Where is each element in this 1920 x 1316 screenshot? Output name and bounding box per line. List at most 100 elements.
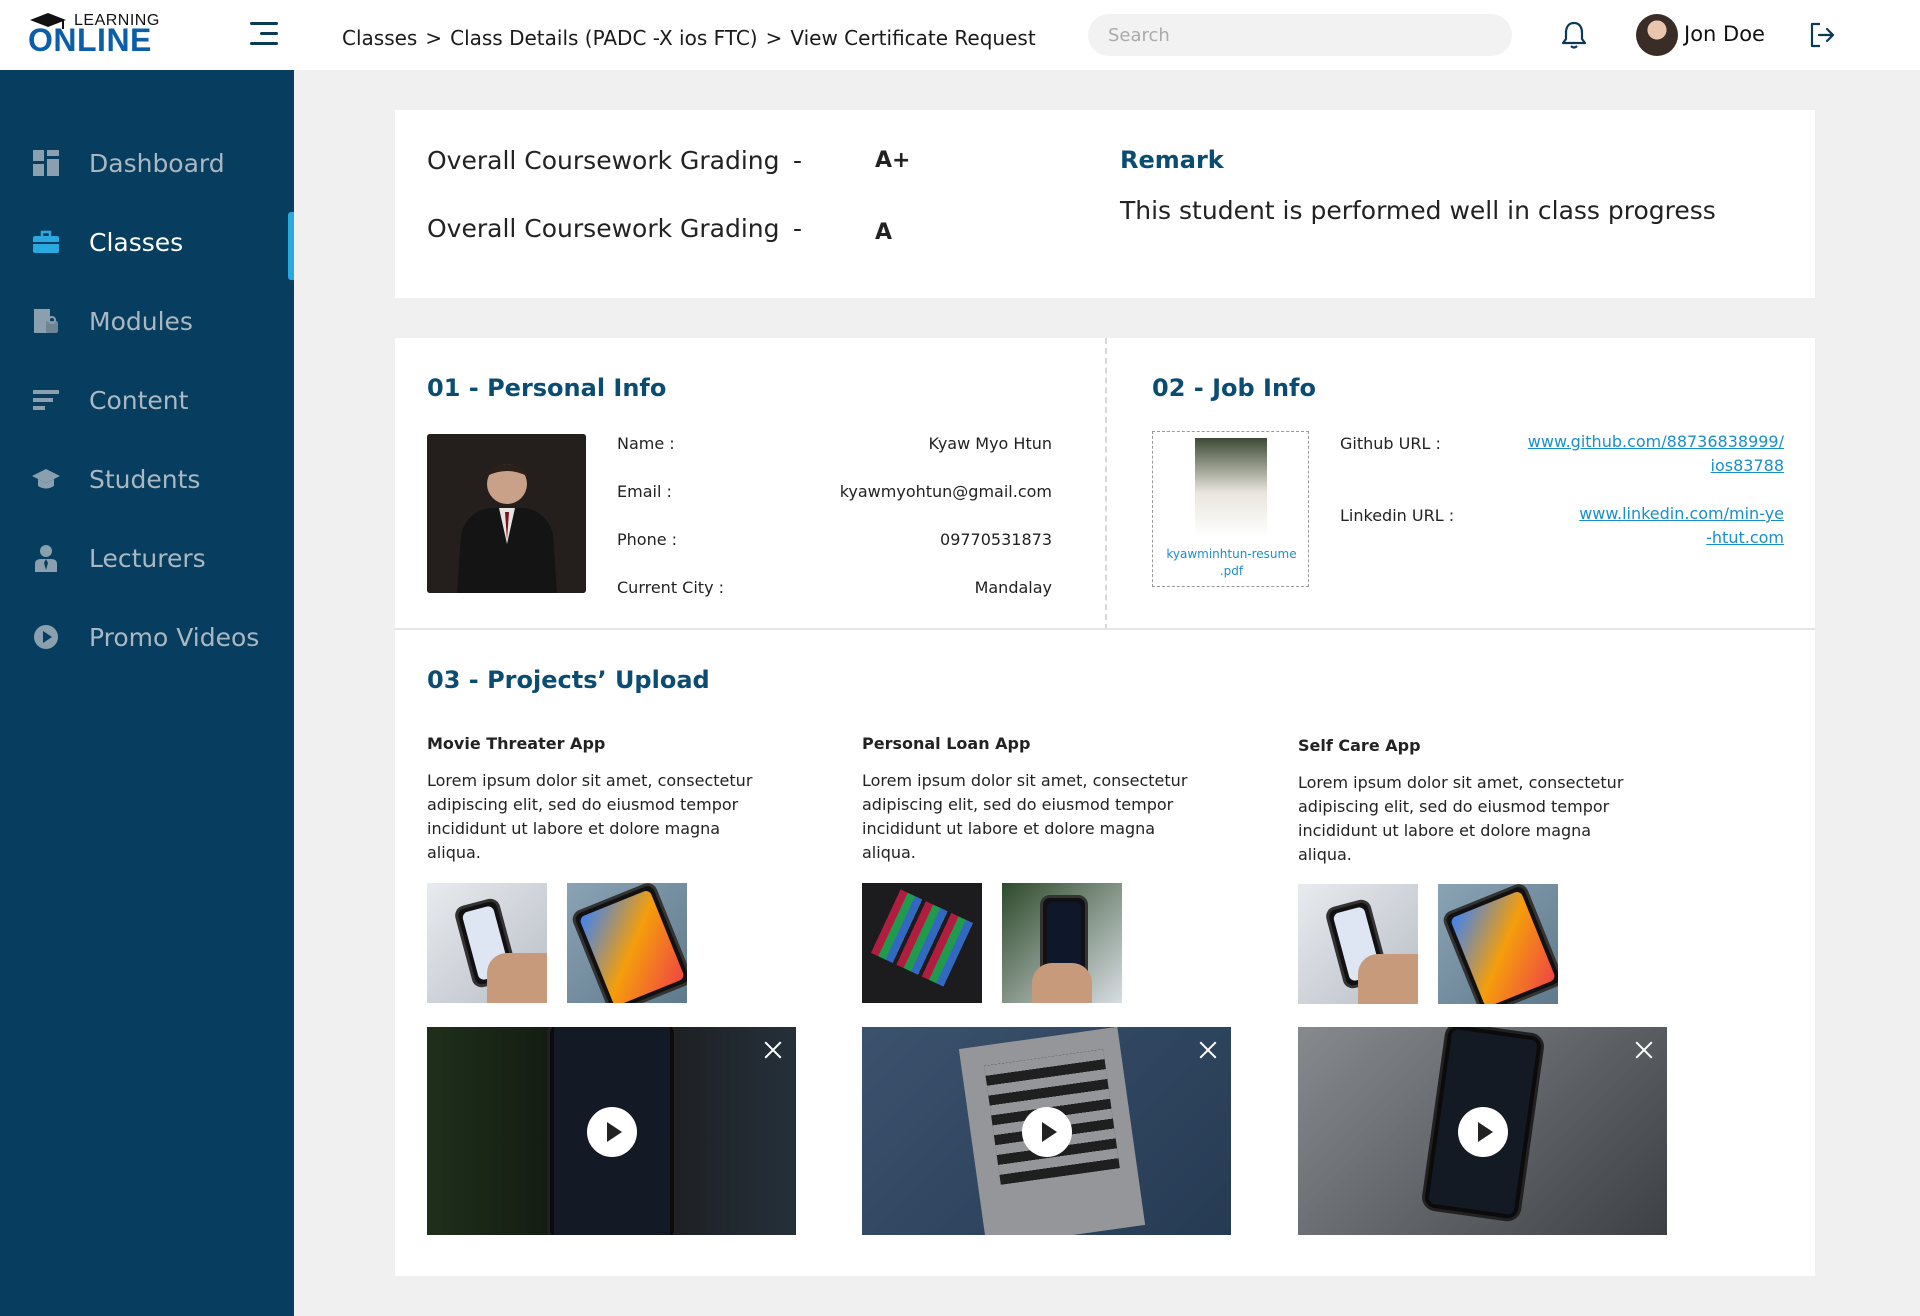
resume-file-name[interactable]: kyawminhtun-resume .pdf: [1153, 546, 1310, 580]
field-value-city: Mandalay: [974, 578, 1052, 597]
project-description: Lorem ipsum dolor sit amet, consectetur …: [862, 771, 1188, 862]
sidebar-item-label: Promo Videos: [89, 622, 260, 652]
grading-row: Overall Coursework Grading - A+: [427, 146, 910, 175]
grading-label: Overall Coursework Grading: [427, 214, 780, 243]
active-indicator: [288, 212, 294, 280]
sidebar-item-promo-videos[interactable]: Promo Videos: [0, 607, 294, 667]
grading-card: Overall Coursework Grading - A+ Overall …: [395, 110, 1815, 298]
dashboard-icon: [33, 150, 59, 176]
breadcrumb-separator: >: [765, 26, 783, 50]
field-label-city: Current City :: [617, 578, 725, 597]
resume-thumbnail: [1195, 438, 1267, 538]
linkedin-link[interactable]: www.linkedin.com/min-ye -htut.com: [1579, 502, 1784, 550]
project-title: Self Care App: [1298, 736, 1421, 755]
breadcrumb-classes[interactable]: Classes: [342, 26, 417, 50]
project-screenshot[interactable]: [567, 883, 687, 1003]
project-screenshot[interactable]: [1438, 884, 1558, 1004]
breadcrumb-separator: >: [425, 26, 443, 50]
project-screenshot[interactable]: [1298, 884, 1418, 1004]
github-link-line[interactable]: www.github.com/88736838999/: [1528, 430, 1784, 454]
sidebar: Dashboard Classes Modules Content Studen…: [0, 70, 294, 1316]
field-label-email: Email :: [617, 482, 672, 501]
sidebar-item-modules[interactable]: Modules: [0, 291, 294, 351]
section-divider: [1105, 338, 1107, 630]
sidebar-item-label: Students: [89, 464, 201, 494]
project-screenshot[interactable]: [427, 883, 547, 1003]
play-circle-icon: [34, 625, 58, 649]
field-value-phone: 09770531873: [940, 530, 1052, 549]
top-bar: LEARNING ONLINE Classes > Class Details (P…: [0, 0, 1920, 70]
project-title: Personal Loan App: [862, 734, 1031, 753]
lecturer-icon: [35, 545, 57, 572]
project-item: Personal Loan App Lorem ipsum dolor sit …: [862, 734, 1202, 865]
linkedin-link-line[interactable]: -htut.com: [1579, 526, 1784, 550]
hamburger-menu-icon[interactable]: [250, 22, 278, 46]
sidebar-item-content[interactable]: Content: [0, 370, 294, 430]
project-screenshot[interactable]: [862, 883, 982, 1003]
project-title: Movie Threater App: [427, 734, 606, 753]
close-icon[interactable]: [1635, 1041, 1653, 1059]
linkedin-label: Linkedin URL :: [1340, 506, 1455, 525]
sidebar-item-label: Classes: [89, 227, 184, 257]
project-description: Lorem ipsum dolor sit amet, consectetur …: [427, 771, 753, 862]
grading-value: A: [875, 220, 893, 245]
section-divider: [395, 628, 1815, 630]
github-label: Github URL :: [1340, 434, 1441, 453]
sidebar-item-classes[interactable]: Classes: [0, 212, 294, 280]
user-name[interactable]: Jon Doe: [1684, 22, 1765, 46]
grading-dash: -: [793, 214, 803, 243]
play-icon[interactable]: [587, 1107, 637, 1157]
grading-value: A+: [875, 148, 911, 173]
logo-big-text: ONLINE: [28, 22, 152, 58]
sidebar-item-students[interactable]: Students: [0, 449, 294, 509]
grading-row: Overall Coursework Grading - A: [427, 214, 892, 245]
briefcase-icon: [33, 230, 59, 253]
grading-dash: -: [793, 146, 803, 175]
field-value-name: Kyaw Myo Htun: [928, 434, 1052, 453]
field-value-email: kyawmyohtun@gmail.com: [839, 482, 1052, 501]
job-info-title: 02 - Job Info: [1152, 374, 1316, 402]
sidebar-item-dashboard[interactable]: Dashboard: [0, 133, 294, 193]
linkedin-link-line[interactable]: www.linkedin.com/min-ye: [1579, 502, 1784, 526]
grading-label: Overall Coursework Grading: [427, 146, 780, 175]
breadcrumb: Classes > Class Details (PADC -X ios FTC) >…: [342, 26, 1036, 50]
github-link[interactable]: www.github.com/88736838999/ ios83788: [1528, 430, 1784, 478]
search-input[interactable]: [1088, 14, 1512, 56]
avatar[interactable]: [1636, 14, 1678, 56]
resume-file-name-line: kyawminhtun-resume: [1166, 547, 1297, 561]
sidebar-item-label: Dashboard: [89, 148, 225, 178]
project-video[interactable]: [862, 1027, 1231, 1235]
resume-file-name-line: .pdf: [1219, 564, 1244, 578]
projects-title: 03 - Projects’ Upload: [427, 666, 710, 694]
content-icon: [33, 390, 59, 410]
sidebar-item-lecturers[interactable]: Lecturers: [0, 528, 294, 588]
project-item: Movie Threater App Lorem ipsum dolor sit…: [427, 734, 767, 865]
field-label-phone: Phone :: [617, 530, 678, 549]
sidebar-item-label: Lecturers: [89, 543, 206, 573]
project-video[interactable]: [427, 1027, 796, 1235]
close-icon[interactable]: [1199, 1041, 1217, 1059]
logout-icon[interactable]: [1808, 20, 1836, 50]
breadcrumb-class-details[interactable]: Class Details (PADC -X ios FTC): [450, 26, 757, 50]
graduation-cap-icon: [32, 469, 60, 489]
github-link-line[interactable]: ios83788: [1528, 454, 1784, 478]
project-description: Lorem ipsum dolor sit amet, consectetur …: [1298, 773, 1624, 864]
resume-attachment[interactable]: kyawminhtun-resume .pdf: [1152, 431, 1309, 587]
close-icon[interactable]: [764, 1041, 782, 1059]
remark-text: This student is performed well in class …: [1120, 196, 1716, 225]
modules-icon: [34, 309, 58, 333]
sidebar-item-label: Content: [89, 385, 189, 415]
project-screenshot[interactable]: [1002, 883, 1122, 1003]
certificate-info-card: 01 - Personal Info Name : Kyaw Myo Htun …: [395, 338, 1815, 1276]
bell-icon[interactable]: [1560, 20, 1588, 50]
play-icon[interactable]: [1458, 1107, 1508, 1157]
play-icon[interactable]: [1022, 1107, 1072, 1157]
breadcrumb-current: View Certificate Request: [790, 26, 1036, 50]
logo[interactable]: LEARNING ONLINE: [28, 10, 178, 60]
project-item: Self Care App Lorem ipsum dolor sit amet…: [1298, 736, 1638, 867]
personal-info-title: 01 - Personal Info: [427, 374, 667, 402]
field-label-name: Name :: [617, 434, 675, 453]
remark-title: Remark: [1120, 146, 1224, 174]
project-video[interactable]: [1298, 1027, 1667, 1235]
student-photo: [427, 434, 586, 593]
